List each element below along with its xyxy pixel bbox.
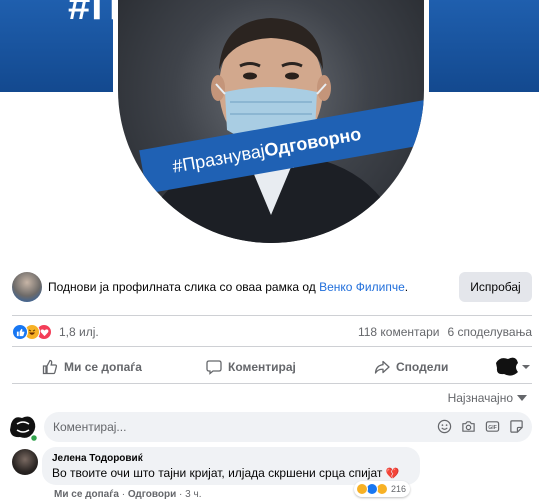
share-button[interactable]: Сподели <box>374 352 448 382</box>
comment-reply-link[interactable]: Одговори <box>128 489 176 500</box>
share-arrow-icon <box>374 360 390 374</box>
commenter-avatar[interactable] <box>12 449 38 475</box>
comment-button[interactable]: Коментирај <box>206 352 296 382</box>
divider <box>12 315 532 316</box>
comment-like-link[interactable]: Ми се допаѓа <box>54 489 119 500</box>
frame-prompt-text: Поднови ја профилната слика со оваа рамк… <box>48 280 408 294</box>
comment-sort-dropdown[interactable]: Најзначајно <box>448 391 527 405</box>
composer-tools: GIF <box>437 419 524 434</box>
sticker-icon[interactable] <box>509 419 524 434</box>
frame-prompt-suffix: . <box>404 280 409 294</box>
comment-meta: Ми се допаѓа · Одговори · 3 ч. <box>54 489 202 500</box>
thumbs-up-icon <box>42 359 58 375</box>
frame-hashtag-bold: Одговорно <box>262 123 363 160</box>
comment-text: Во твоите очи што тајни кријат, илјада с… <box>52 466 410 480</box>
post-as-selector[interactable] <box>494 355 532 379</box>
like-label: Ми се допаѓа <box>64 360 142 374</box>
try-frame-button[interactable]: Испробај <box>459 272 532 302</box>
comment-input-placeholder: Коментирај... <box>53 420 127 434</box>
redacted-avatar-icon <box>496 357 530 376</box>
svg-text:GIF: GIF <box>488 425 497 431</box>
camera-icon[interactable] <box>461 419 476 434</box>
reactions-summary: 1,8 илј. 118 коментари 6 споделувања <box>12 323 532 341</box>
frame-hashtag-plain: #Празнувај <box>170 140 267 177</box>
post-stats: 118 коментари 6 споделувања <box>358 325 532 339</box>
reaction-count[interactable]: 1,8 илј. <box>59 325 99 339</box>
reaction-icons[interactable] <box>12 324 54 340</box>
share-label: Сподели <box>396 360 449 374</box>
comment-label: Коментирај <box>228 360 296 374</box>
comment-reaction-count: 216 <box>391 484 407 494</box>
haha-icon <box>356 483 368 495</box>
comment-reactions[interactable]: 216 <box>354 481 411 497</box>
frame-thumbnail <box>12 272 42 302</box>
shares-count[interactable]: 6 споделувања <box>447 325 532 339</box>
comment-time[interactable]: 3 ч. <box>185 489 201 500</box>
comment-input[interactable]: Коментирај... GIF <box>44 412 532 442</box>
meta-separator: · <box>179 489 183 500</box>
frame-prompt: Поднови ја профилната слика со оваа рамк… <box>12 272 532 302</box>
comment-author[interactable]: Јелена Тодоровиќ <box>52 453 410 464</box>
divider <box>12 383 532 384</box>
current-user-avatar[interactable] <box>8 412 38 442</box>
comment-body: Во твоите очи што тајни кријат, илјада с… <box>52 466 383 480</box>
comments-count[interactable]: 118 коментари <box>358 325 440 339</box>
like-icon <box>12 324 28 340</box>
caret-down-icon <box>517 395 527 401</box>
emoji-icon[interactable] <box>437 419 452 434</box>
like-button[interactable]: Ми се допаѓа <box>42 352 142 382</box>
divider <box>12 346 532 347</box>
comment: Јелена Тодоровиќ Во твоите очи што тајни… <box>12 447 532 501</box>
profile-picture[interactable]: #ПразнувајОдговорно <box>118 0 424 243</box>
comment-bubble-icon <box>206 360 222 375</box>
post-actions: Ми се допаѓа Коментирај Сподели <box>12 352 532 382</box>
meta-separator: · <box>121 489 126 500</box>
broken-heart-emoji: 💔 <box>385 468 400 480</box>
comment-bubble: Јелена Тодоровиќ Во твоите очи што тајни… <box>42 447 420 485</box>
frame-author-link[interactable]: Венко Филипче <box>319 280 405 294</box>
sort-label: Најзначајно <box>447 391 513 405</box>
frame-prompt-label: Поднови ја профилната слика со оваа рамк… <box>48 280 320 294</box>
comment-composer: Коментирај... GIF <box>8 412 532 442</box>
gif-icon[interactable]: GIF <box>485 419 500 434</box>
